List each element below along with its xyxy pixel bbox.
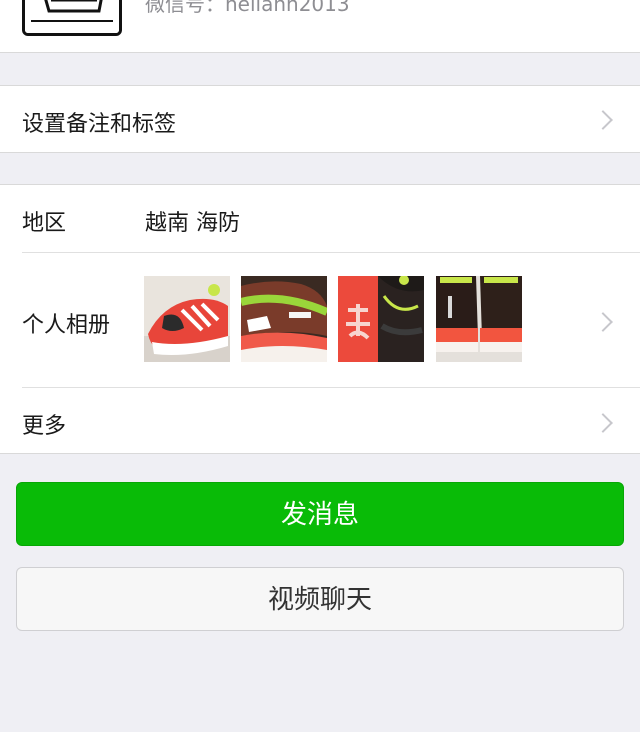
remark-tags-label: 设置备注和标签	[22, 112, 177, 137]
album-photo-2[interactable]	[241, 276, 327, 362]
shoe-photo-4-icon	[436, 276, 522, 362]
chevron-right-icon	[593, 413, 613, 433]
chevron-right-icon	[593, 312, 613, 332]
shoe-photo-3-icon	[338, 276, 424, 362]
album-row[interactable]: 个人相册	[0, 185, 640, 387]
send-message-button[interactable]: 发消息	[16, 482, 624, 546]
shoe-photo-1-icon	[144, 276, 230, 362]
more-label: 更多	[22, 414, 67, 439]
video-chat-button[interactable]: 视频聊天	[16, 567, 624, 631]
profile-details-group: 地区 越南 海防 个人相册 更多	[0, 184, 640, 454]
chevron-right-icon	[593, 110, 613, 130]
avatar-drawing-icon	[25, 0, 119, 33]
album-photo-3[interactable]	[338, 276, 424, 362]
avatar[interactable]	[22, 0, 122, 36]
album-label: 个人相册	[22, 313, 111, 338]
album-photo-4[interactable]	[436, 276, 522, 362]
album-photo-1[interactable]	[144, 276, 230, 362]
profile-card: 微信号：hellanh2013	[0, 0, 640, 53]
wechat-id: 微信号：hellanh2013	[145, 0, 350, 16]
more-row[interactable]: 更多	[0, 388, 640, 454]
set-remark-tags-row[interactable]: 设置备注和标签	[0, 85, 640, 153]
shoe-photo-2-icon	[241, 276, 327, 362]
